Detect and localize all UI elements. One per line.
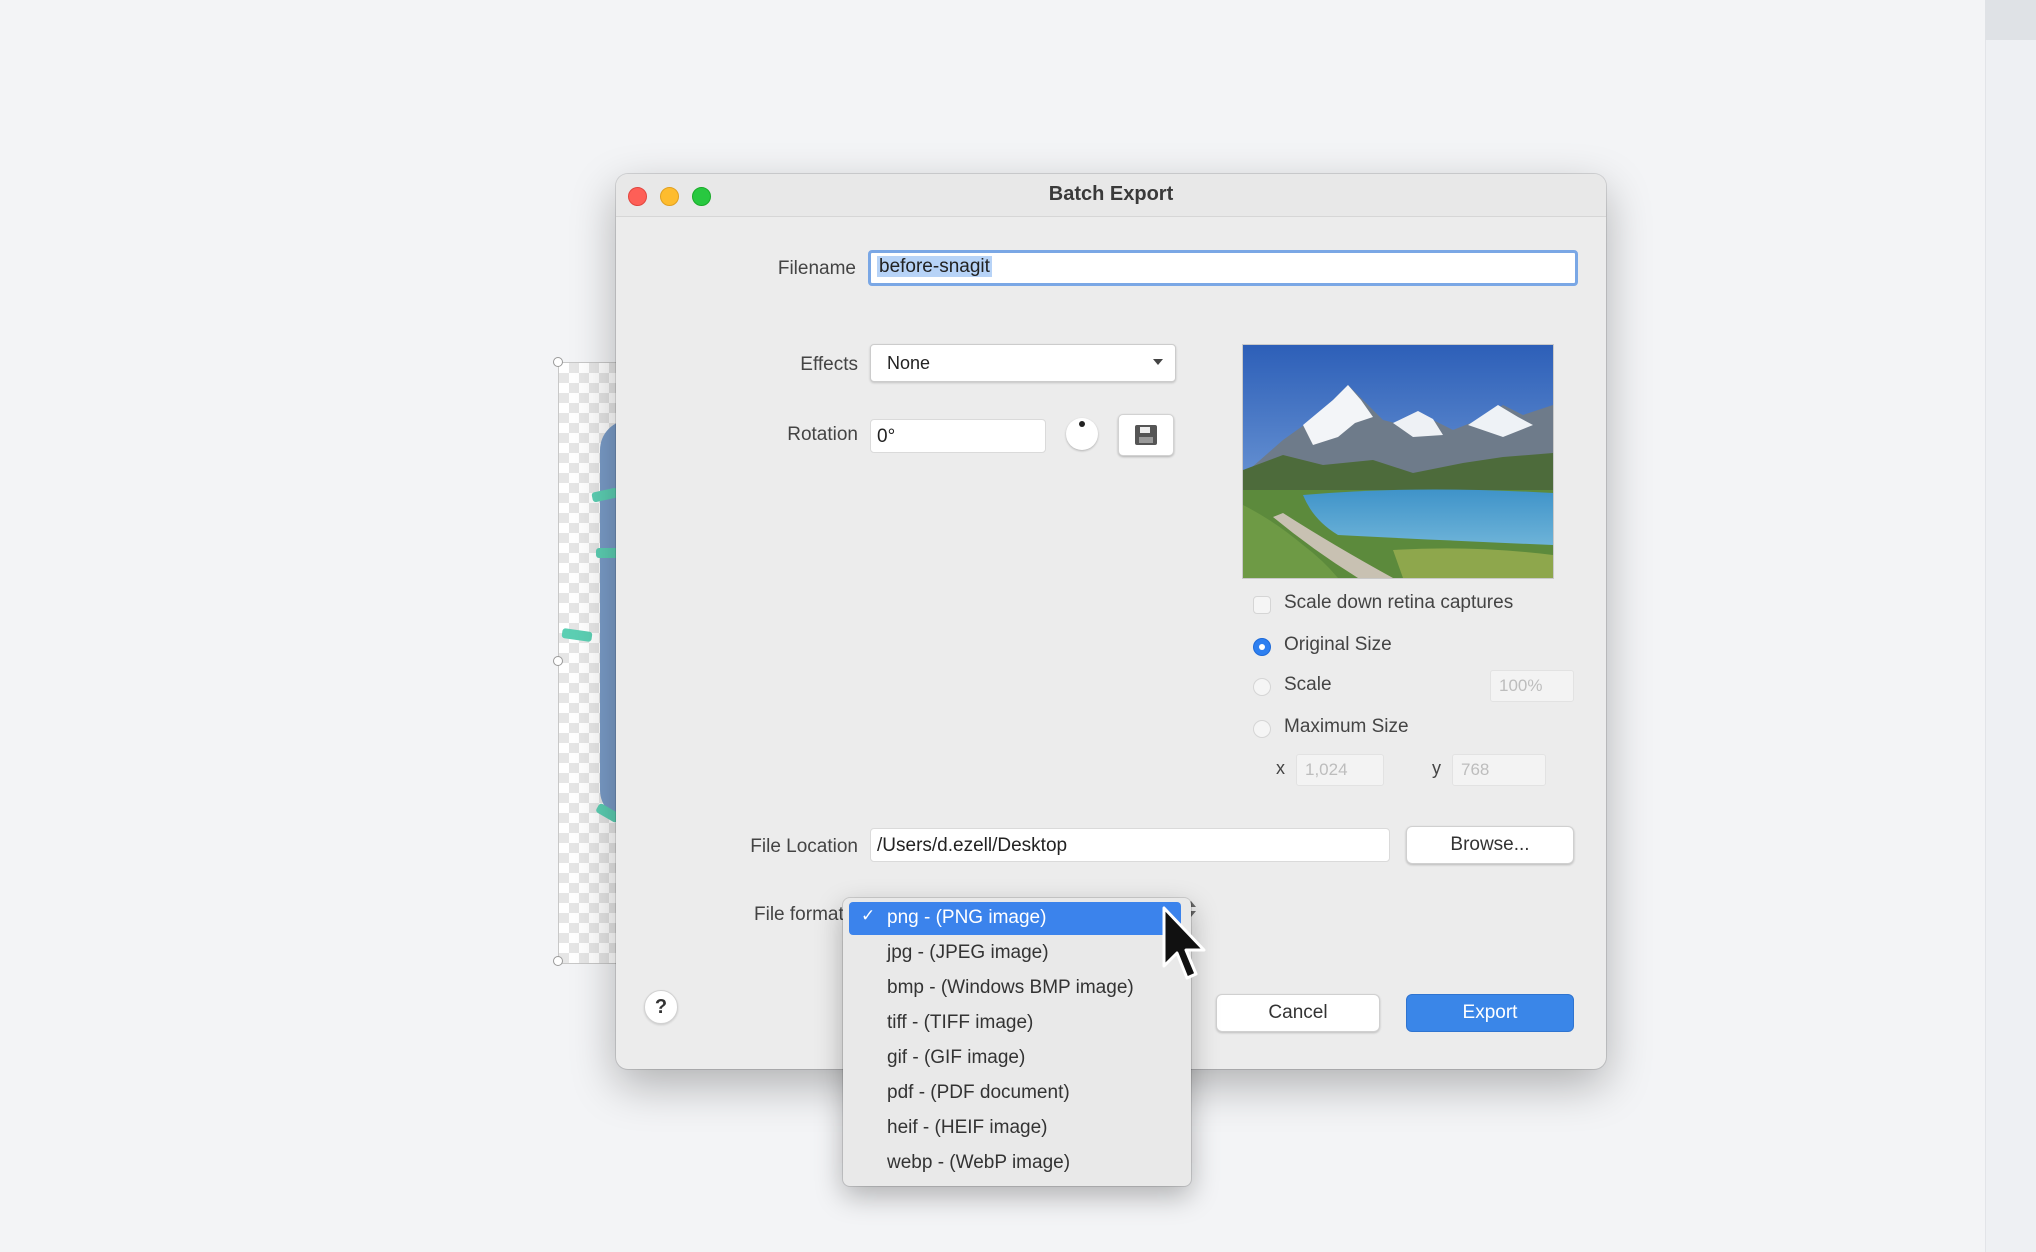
menu-item-label: pdf - (PDF document) [887,1082,1070,1103]
scale-percent-input[interactable]: 100% [1490,670,1574,702]
canvas-resize-handle[interactable] [553,956,563,966]
help-button[interactable]: ? [644,990,678,1024]
export-button[interactable]: Export [1406,994,1574,1032]
chevron-down-icon [1153,359,1163,365]
filename-value: before-snagit [877,256,992,277]
preview-image [1242,344,1554,579]
scale-label: Scale [1284,674,1332,695]
scale-retina-checkbox[interactable] [1253,596,1271,614]
menu-item-label: webp - (WebP image) [887,1152,1071,1173]
cancel-button[interactable]: Cancel [1216,994,1380,1032]
browse-button[interactable]: Browse... [1406,826,1574,864]
rotation-dial[interactable] [1066,418,1098,450]
filename-input[interactable]: before-snagit [868,250,1578,286]
filename-label: Filename [777,258,856,279]
menu-item-label: tiff - (TIFF image) [887,1012,1034,1033]
menu-item-label: bmp - (Windows BMP image) [887,977,1134,998]
menu-item-label: heif - (HEIF image) [887,1117,1048,1138]
disk-icon [1135,425,1157,445]
max-height-input[interactable]: 768 [1452,754,1546,786]
mouse-pointer-icon [1162,906,1206,980]
menu-item-webp[interactable]: webp - (WebP image) [849,1147,1185,1180]
title-bar: Batch Export [616,174,1606,217]
menu-item-pdf[interactable]: pdf - (PDF document) [849,1077,1185,1110]
background-panel-strip [1985,0,2036,1252]
max-height-label: y [1432,758,1441,778]
mountain-lake-photo [1243,345,1553,578]
canvas-resize-handle[interactable] [553,656,563,666]
scale-radio[interactable] [1253,678,1271,696]
checkmark-icon: ✓ [861,906,876,925]
maximum-size-radio[interactable] [1253,720,1271,738]
window-title: Batch Export [1048,183,1174,205]
file-format-menu: ✓ png - (PNG image) jpg - (JPEG image) b… [843,898,1191,1186]
maximum-size-label: Maximum Size [1284,716,1409,737]
menu-item-label: gif - (GIF image) [887,1047,1026,1068]
menu-item-tiff[interactable]: tiff - (TIFF image) [849,1007,1185,1040]
effects-label: Effects [800,354,858,375]
scale-retina-label: Scale down retina captures [1284,592,1514,613]
max-width-label: x [1276,758,1285,778]
canvas-resize-handle[interactable] [553,357,563,367]
rotation-input[interactable]: 0° [870,419,1046,453]
rotation-label: Rotation [787,424,858,445]
menu-item-heif[interactable]: heif - (HEIF image) [849,1112,1185,1145]
menu-item-jpg[interactable]: jpg - (JPEG image) [849,937,1185,970]
file-location-label: File Location [750,836,858,857]
original-size-radio[interactable] [1253,638,1271,656]
menu-item-label: png - (PNG image) [887,907,1047,928]
menu-item-gif[interactable]: gif - (GIF image) [849,1042,1185,1075]
menu-item-label: jpg - (JPEG image) [887,942,1049,963]
effects-value: None [887,353,931,373]
max-width-input[interactable]: 1,024 [1296,754,1384,786]
original-size-label: Original Size [1284,634,1392,655]
effects-dropdown[interactable]: None [870,344,1176,382]
menu-item-png[interactable]: ✓ png - (PNG image) [849,902,1181,935]
file-location-input[interactable]: /Users/d.ezell/Desktop [870,828,1390,862]
save-preset-button[interactable] [1118,414,1174,456]
menu-item-bmp[interactable]: bmp - (Windows BMP image) [849,972,1185,1005]
background-panel-header [1985,0,2036,40]
